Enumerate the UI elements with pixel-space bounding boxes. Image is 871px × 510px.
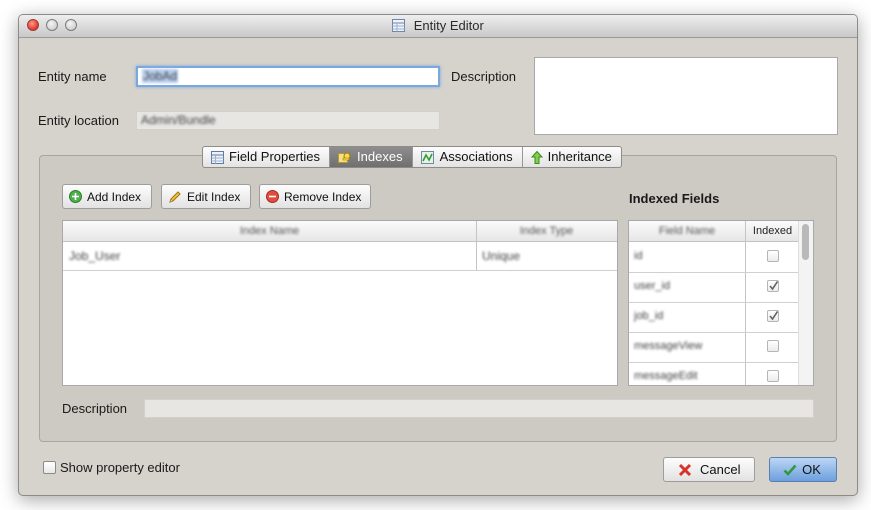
checkmark-icon bbox=[769, 311, 779, 321]
index-table[interactable]: Index Name Index Type Job_User Unique bbox=[62, 220, 618, 386]
tab-bar: Field Properties Indexes Associations In… bbox=[202, 146, 622, 168]
entity-location-value: Admin/Bundle bbox=[141, 113, 216, 127]
window-title: Entity Editor bbox=[413, 18, 484, 33]
index-description-field[interactable] bbox=[144, 399, 814, 418]
index-type-cell: Unique bbox=[482, 249, 521, 263]
tab-inheritance[interactable]: Inheritance bbox=[523, 147, 621, 167]
indexed-fields-title: Indexed Fields bbox=[629, 191, 720, 206]
indexed-checkbox[interactable] bbox=[767, 310, 779, 322]
table-row[interactable]: messageView bbox=[629, 332, 799, 363]
field-name-cell: messageEdit bbox=[634, 370, 698, 382]
window-title-group: Entity Editor bbox=[19, 18, 857, 33]
edit-index-button[interactable]: Edit Index bbox=[161, 184, 251, 209]
description-textarea[interactable] bbox=[534, 57, 838, 135]
indexed-checkbox[interactable] bbox=[767, 250, 779, 262]
add-icon bbox=[69, 190, 82, 203]
indexed-checkbox[interactable] bbox=[767, 280, 779, 292]
show-property-editor-label[interactable]: Show property editor bbox=[60, 460, 180, 475]
entity-location-field: Admin/Bundle bbox=[136, 111, 440, 130]
entity-name-label: Entity name bbox=[38, 69, 107, 84]
tab-associations[interactable]: Associations bbox=[413, 147, 523, 167]
index-name-cell: Job_User bbox=[69, 249, 121, 263]
table-row[interactable]: id bbox=[629, 242, 799, 273]
index-description-label: Description bbox=[62, 401, 128, 416]
entity-location-label: Entity location bbox=[38, 113, 119, 128]
ok-label: OK bbox=[802, 462, 821, 477]
tab-label: Field Properties bbox=[229, 149, 321, 164]
close-icon bbox=[678, 463, 692, 476]
indexed-fields-table[interactable]: Field Name Indexed id user_id job_id mes… bbox=[628, 220, 814, 386]
table-row[interactable]: Job_User Unique bbox=[63, 242, 617, 271]
table-icon bbox=[211, 150, 224, 164]
remove-icon bbox=[266, 190, 279, 203]
indexed-checkbox[interactable] bbox=[767, 370, 779, 382]
indexed-fields-header: Field Name Indexed bbox=[629, 221, 799, 242]
add-index-label: Add Index bbox=[87, 189, 142, 204]
table-row[interactable]: user_id bbox=[629, 272, 799, 303]
column-header-index-type[interactable]: Index Type bbox=[476, 221, 617, 241]
cancel-button[interactable]: Cancel bbox=[663, 457, 755, 482]
add-index-button[interactable]: Add Index bbox=[62, 184, 152, 209]
field-name-cell: messageView bbox=[634, 340, 703, 352]
indexed-checkbox[interactable] bbox=[767, 340, 779, 352]
field-name-cell: job_id bbox=[634, 310, 664, 322]
table-row[interactable]: job_id bbox=[629, 302, 799, 333]
show-property-editor-checkbox[interactable] bbox=[43, 461, 56, 474]
field-name-cell: user_id bbox=[634, 280, 671, 292]
entity-name-input[interactable]: JobAd bbox=[136, 66, 440, 87]
scrollbar-thumb[interactable] bbox=[802, 224, 809, 260]
table-row[interactable]: messageEdit bbox=[629, 362, 799, 385]
checkmark-icon bbox=[783, 464, 797, 476]
remove-index-label: Remove Index bbox=[284, 189, 362, 204]
checkmark-icon bbox=[769, 281, 779, 291]
vertical-scrollbar[interactable] bbox=[798, 221, 813, 385]
table-icon bbox=[392, 19, 406, 32]
column-header-index-name[interactable]: Index Name bbox=[63, 221, 476, 241]
cancel-label: Cancel bbox=[700, 462, 741, 477]
tab-label: Associations bbox=[439, 149, 513, 164]
entity-editor-window: Entity Editor Entity name JobAd Entity l… bbox=[18, 14, 858, 496]
entity-name-value: JobAd bbox=[142, 69, 179, 83]
tab-field-properties[interactable]: Field Properties bbox=[203, 147, 331, 167]
column-header-field-name[interactable]: Field Name bbox=[629, 221, 745, 241]
pencil-icon bbox=[169, 190, 181, 203]
field-name-cell: id bbox=[634, 250, 643, 262]
tab-label: Indexes bbox=[357, 149, 403, 164]
remove-index-button[interactable]: Remove Index bbox=[259, 184, 371, 209]
key-icon bbox=[338, 152, 351, 163]
associations-icon bbox=[420, 150, 434, 164]
tab-label: Inheritance bbox=[547, 149, 612, 164]
edit-index-label: Edit Index bbox=[187, 189, 241, 204]
ok-button[interactable]: OK bbox=[769, 457, 837, 482]
column-header-indexed[interactable]: Indexed bbox=[746, 221, 799, 241]
title-bar[interactable]: Entity Editor bbox=[19, 15, 857, 38]
description-label: Description bbox=[451, 69, 517, 84]
tab-indexes[interactable]: Indexes bbox=[330, 147, 413, 167]
index-table-header: Index Name Index Type bbox=[63, 221, 617, 242]
up-arrow-icon bbox=[530, 150, 543, 164]
